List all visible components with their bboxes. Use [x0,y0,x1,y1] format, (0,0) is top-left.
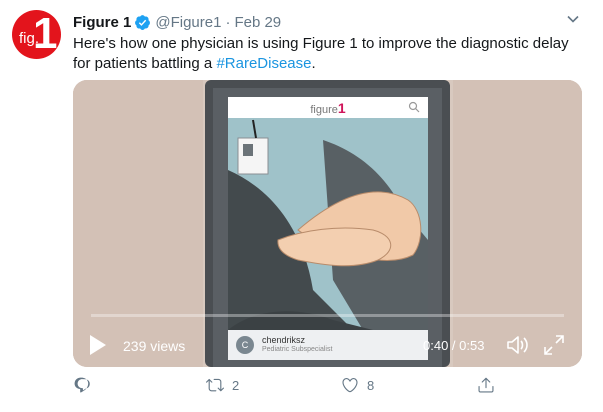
volume-icon[interactable] [506,334,530,356]
tweet-text: Here's how one physician is using Figure… [73,34,588,74]
retweet-count: 2 [232,377,240,393]
retweet-icon [206,378,224,392]
search-icon [408,101,420,113]
video-time: 0:40 / 0:53 [423,338,485,353]
reply-icon [74,377,90,393]
account-name[interactable]: Figure 1 [73,14,131,31]
verified-badge-icon [135,14,151,30]
play-icon[interactable] [89,334,107,356]
profile-avatar[interactable]: fig. 1 [12,10,61,59]
retweet-button[interactable]: 2 [206,374,239,396]
view-count: 239 views [123,338,186,354]
tweet-date[interactable]: Feb 29 [234,14,281,31]
chevron-down-icon[interactable] [566,12,580,26]
share-icon [478,377,494,393]
account-handle[interactable]: @Figure1 [155,14,221,31]
video-player[interactable]: figure1 C chendriksz Pediatric Subspecia… [73,80,582,367]
reply-button[interactable] [73,374,99,396]
meta-separator: · [225,13,231,31]
tweet-text-end: . [311,55,316,72]
tweet-actions: 2 8 [73,374,513,398]
tweet-header: Figure 1 @Figure1 · Feb 29 [73,12,281,32]
avatar-one-text: 1 [33,10,58,58]
app-logo: figure1 [310,99,346,116]
app-header-bar: figure1 [228,97,428,118]
tweet-text-body: Here's how one physician is using Figure… [73,35,569,72]
like-button[interactable]: 8 [341,374,374,396]
video-progress-bar[interactable] [91,314,564,317]
heart-icon [342,378,358,393]
like-count: 8 [367,377,375,393]
video-controls: 239 views 0:40 / 0:53 [73,324,582,367]
hashtag-link[interactable]: #RareDisease [216,55,311,72]
share-button[interactable] [477,374,495,396]
fullscreen-icon[interactable] [543,334,565,356]
